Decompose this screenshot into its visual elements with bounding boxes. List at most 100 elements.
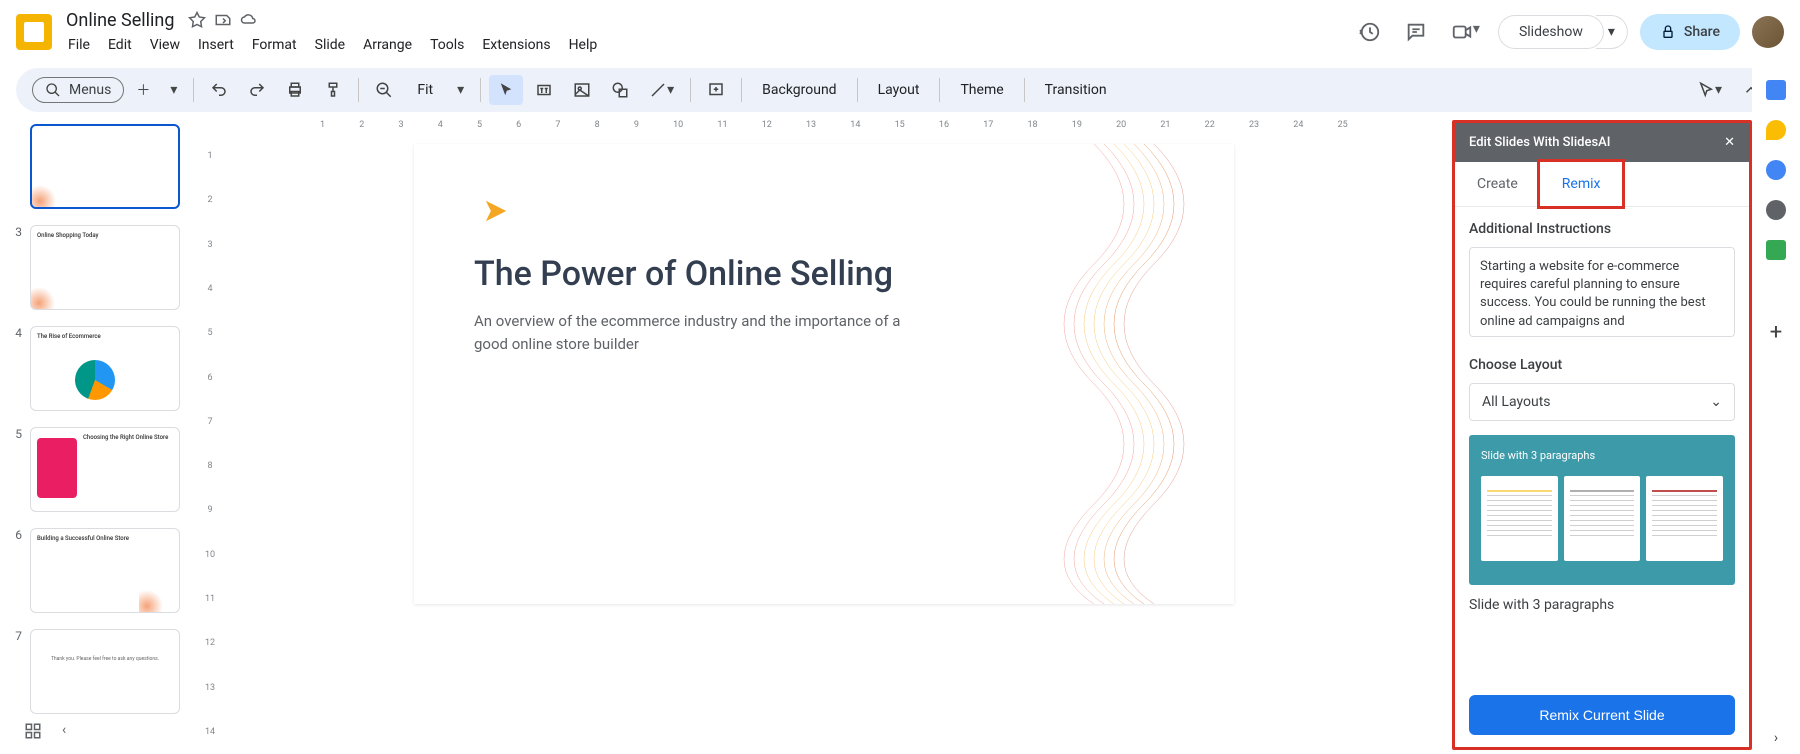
- contacts-icon[interactable]: [1766, 200, 1786, 220]
- slides-logo[interactable]: [16, 14, 52, 50]
- new-slide-button[interactable]: ＋: [128, 74, 158, 106]
- slide-wave-art: [994, 144, 1234, 604]
- layout-label: Choose Layout: [1469, 357, 1735, 373]
- keep-icon[interactable]: [1766, 120, 1786, 140]
- zoom-value[interactable]: Fit: [405, 76, 445, 104]
- slide-number: 3: [8, 225, 22, 239]
- menu-edit[interactable]: Edit: [100, 33, 140, 57]
- layout-select[interactable]: All Layouts ⌄: [1469, 383, 1735, 421]
- slide-heading[interactable]: The Power of Online Selling: [474, 254, 1174, 294]
- separator: [939, 78, 940, 102]
- slide-number: 4: [8, 326, 22, 340]
- instructions-label: Additional Instructions: [1469, 221, 1735, 237]
- new-slide-caret[interactable]: ▾: [162, 76, 185, 104]
- slidesai-panel: Edit Slides With SlidesAI ✕ Create Remix…: [1452, 120, 1752, 750]
- zoom-button[interactable]: [367, 75, 401, 105]
- textbox-tool[interactable]: [527, 75, 561, 105]
- slideshow-caret[interactable]: ▾: [1596, 15, 1628, 49]
- remix-button[interactable]: Remix Current Slide: [1469, 695, 1735, 735]
- undo-button[interactable]: [202, 75, 236, 105]
- menu-view[interactable]: View: [142, 33, 188, 57]
- instructions-input[interactable]: [1469, 247, 1735, 337]
- chevron-down-icon: ⌄: [1710, 394, 1722, 410]
- line-tool[interactable]: ▾: [641, 75, 682, 105]
- calendar-icon[interactable]: [1766, 80, 1786, 100]
- separator: [480, 78, 481, 102]
- star-icon[interactable]: [188, 11, 206, 29]
- layout-preview[interactable]: Slide with 3 paragraphs: [1469, 435, 1735, 585]
- meet-icon[interactable]: ▾: [1445, 15, 1486, 49]
- redo-button[interactable]: [240, 75, 274, 105]
- slide-brand-icon: [479, 194, 513, 228]
- slideshow-label: Slideshow: [1519, 24, 1583, 40]
- menu-slide[interactable]: Slide: [307, 33, 353, 57]
- search-icon: [45, 82, 61, 98]
- layout-button[interactable]: Layout: [866, 76, 932, 104]
- user-avatar[interactable]: [1752, 16, 1784, 48]
- shape-tool[interactable]: [603, 75, 637, 105]
- paint-format-button[interactable]: [316, 75, 350, 105]
- slide-number: 7: [8, 629, 22, 643]
- share-button[interactable]: Share: [1640, 14, 1740, 50]
- move-icon[interactable]: [214, 11, 232, 29]
- menu-help[interactable]: Help: [561, 33, 606, 57]
- menu-arrange[interactable]: Arrange: [355, 33, 420, 57]
- maps-icon[interactable]: [1766, 240, 1786, 260]
- print-button[interactable]: [278, 75, 312, 105]
- thumbnail-slide-3[interactable]: Online Shopping Today: [30, 225, 180, 310]
- toolbar: Menus ＋ ▾ Fit ▾ ▾ Background Layout Them…: [16, 68, 1784, 112]
- document-title[interactable]: Online Selling: [60, 8, 180, 33]
- right-rail: + ›: [1752, 64, 1800, 750]
- thumbnail-slide-6[interactable]: Building a Successful Online Store: [30, 528, 180, 613]
- theme-button[interactable]: Theme: [948, 76, 1015, 104]
- hide-rail-icon[interactable]: ›: [1766, 730, 1786, 750]
- lock-icon: [1660, 24, 1676, 40]
- menu-format[interactable]: Format: [244, 33, 305, 57]
- background-button[interactable]: Background: [750, 76, 848, 104]
- cloud-icon[interactable]: [240, 11, 258, 29]
- tab-remix[interactable]: Remix: [1537, 159, 1626, 209]
- menu-tools[interactable]: Tools: [422, 33, 472, 57]
- slide-canvas[interactable]: The Power of Online Selling An overview …: [414, 144, 1234, 604]
- transition-button[interactable]: Transition: [1033, 76, 1119, 104]
- filmstrip: 3 Online Shopping Today 4 The Rise of Ec…: [0, 116, 200, 754]
- add-icon[interactable]: +: [1766, 320, 1786, 340]
- separator: [857, 78, 858, 102]
- title-area: Online Selling File Edit View Insert For…: [60, 8, 1353, 57]
- menu-extensions[interactable]: Extensions: [474, 33, 558, 57]
- prev-icon[interactable]: ‹: [58, 718, 70, 744]
- toolbar-search[interactable]: Menus: [32, 77, 124, 103]
- select-tool[interactable]: [489, 75, 523, 105]
- preview-caption: Slide with 3 paragraphs: [1469, 597, 1735, 613]
- search-label: Menus: [69, 82, 111, 98]
- menu-bar: File Edit View Insert Format Slide Arran…: [60, 33, 1353, 57]
- slide-subheading[interactable]: An overview of the ecommerce industry an…: [474, 310, 924, 355]
- slide-number: 5: [8, 427, 22, 441]
- menu-insert[interactable]: Insert: [190, 33, 242, 57]
- grid-view-icon[interactable]: [20, 718, 46, 744]
- separator: [1024, 78, 1025, 102]
- ruler-horizontal: 1234567891011121314151617181920212223242…: [220, 116, 1448, 134]
- separator: [193, 78, 194, 102]
- history-icon[interactable]: [1353, 15, 1387, 49]
- slideshow-button[interactable]: Slideshow: [1498, 15, 1604, 49]
- thumbnail-slide-5[interactable]: Choosing the Right Online Store Builder: [30, 427, 180, 512]
- comment-add-button[interactable]: [699, 75, 733, 105]
- panel-title: Edit Slides With SlidesAI: [1469, 135, 1610, 150]
- image-tool[interactable]: [565, 75, 599, 105]
- slide-number: 6: [8, 528, 22, 542]
- menu-file[interactable]: File: [60, 33, 98, 57]
- thumbnail-slide-2[interactable]: [30, 124, 180, 209]
- close-icon[interactable]: ✕: [1724, 135, 1735, 150]
- separator: [741, 78, 742, 102]
- tab-create[interactable]: Create: [1455, 162, 1540, 206]
- comments-icon[interactable]: [1399, 15, 1433, 49]
- pointer-icon[interactable]: ▾: [1689, 75, 1730, 105]
- layout-value: All Layouts: [1482, 394, 1551, 410]
- zoom-caret[interactable]: ▾: [449, 76, 472, 104]
- thumbnail-slide-4[interactable]: The Rise of Ecommerce: [30, 326, 180, 411]
- share-label: Share: [1684, 24, 1720, 40]
- separator: [358, 78, 359, 102]
- tasks-icon[interactable]: [1766, 160, 1786, 180]
- thumbnail-slide-7[interactable]: Thank you. Please feel free to ask any q…: [30, 629, 180, 714]
